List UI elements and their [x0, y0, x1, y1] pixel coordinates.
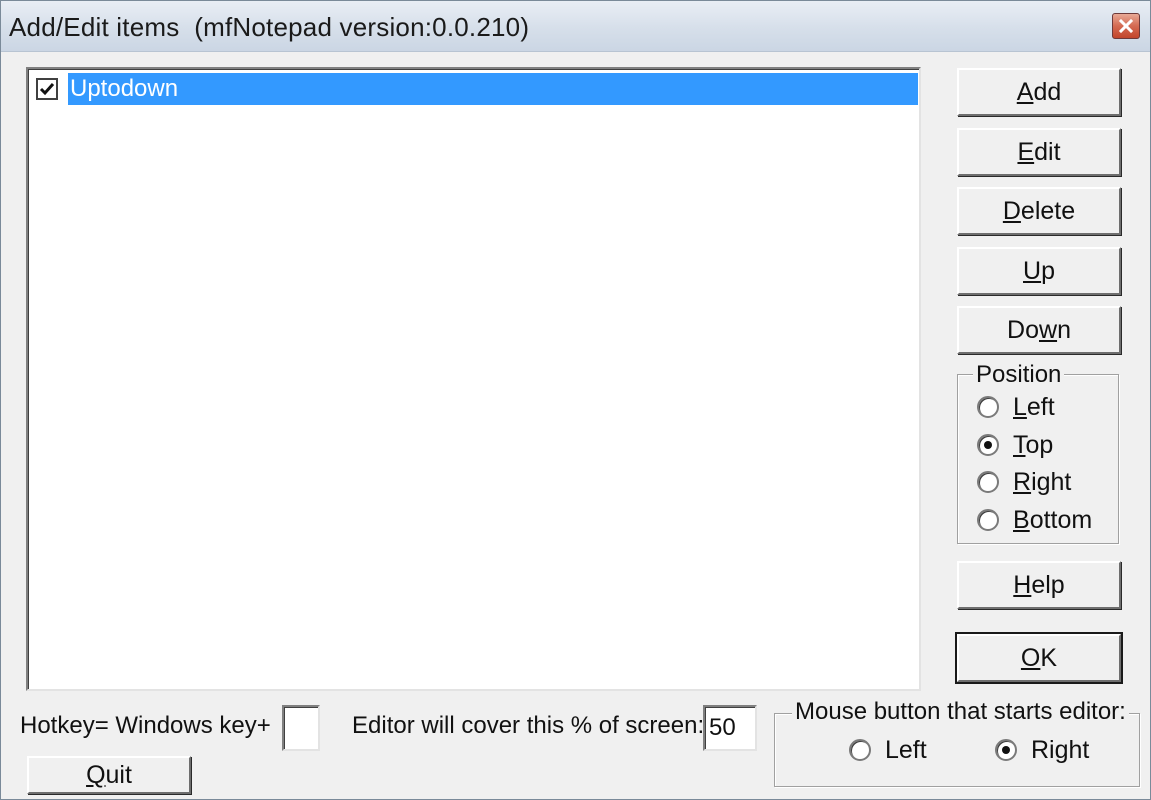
help-button[interactable]: Help — [957, 561, 1121, 609]
close-button[interactable] — [1112, 13, 1140, 39]
hotkey-input[interactable] — [282, 705, 320, 751]
radio-button-selected[interactable] — [995, 739, 1017, 761]
position-radio-top[interactable]: Top — [977, 429, 1053, 461]
quit-button[interactable]: Quit — [27, 756, 191, 794]
window-title: Add/Edit items (mfNotepad version:0.0.21… — [9, 12, 530, 42]
radio-button[interactable] — [849, 739, 871, 761]
list-item-label[interactable]: Uptodown — [68, 73, 918, 105]
down-button[interactable]: Down — [957, 306, 1121, 354]
delete-button[interactable]: Delete — [957, 187, 1121, 235]
close-icon — [1119, 19, 1133, 33]
list-item[interactable]: Uptodown — [36, 73, 918, 107]
checkmark-icon — [39, 83, 55, 96]
position-radio-right[interactable]: Right — [977, 466, 1071, 498]
dialog-window: Add/Edit items (mfNotepad version:0.0.21… — [0, 0, 1151, 800]
position-radio-bottom[interactable]: Bottom — [977, 504, 1092, 536]
items-listbox[interactable]: Uptodown — [26, 67, 921, 691]
edit-button[interactable]: Edit — [957, 128, 1121, 176]
mouse-radio-left[interactable]: Left — [849, 734, 927, 766]
ok-button[interactable]: OK — [955, 632, 1123, 684]
radio-dot-icon — [1002, 746, 1010, 754]
title-bar[interactable]: Add/Edit items (mfNotepad version:0.0.21… — [1, 1, 1150, 52]
cover-percent-input[interactable] — [703, 705, 757, 751]
radio-dot-icon — [984, 441, 992, 449]
radio-button-selected[interactable] — [977, 434, 999, 456]
up-button[interactable]: Up — [957, 247, 1121, 295]
radio-button[interactable] — [977, 509, 999, 531]
radio-button[interactable] — [977, 471, 999, 493]
radio-button[interactable] — [977, 396, 999, 418]
add-button[interactable]: Add — [957, 68, 1121, 116]
mouse-radio-right[interactable]: Right — [995, 734, 1089, 766]
item-checkbox[interactable] — [36, 78, 58, 100]
position-group-legend: Position — [973, 361, 1065, 389]
cover-percent-label: Editor will cover this % of screen: — [352, 712, 705, 739]
mouse-group-legend: Mouse button that starts editor: — [792, 698, 1129, 726]
hotkey-label: Hotkey= Windows key+ — [20, 712, 271, 739]
position-radio-left[interactable]: Left — [977, 391, 1055, 423]
